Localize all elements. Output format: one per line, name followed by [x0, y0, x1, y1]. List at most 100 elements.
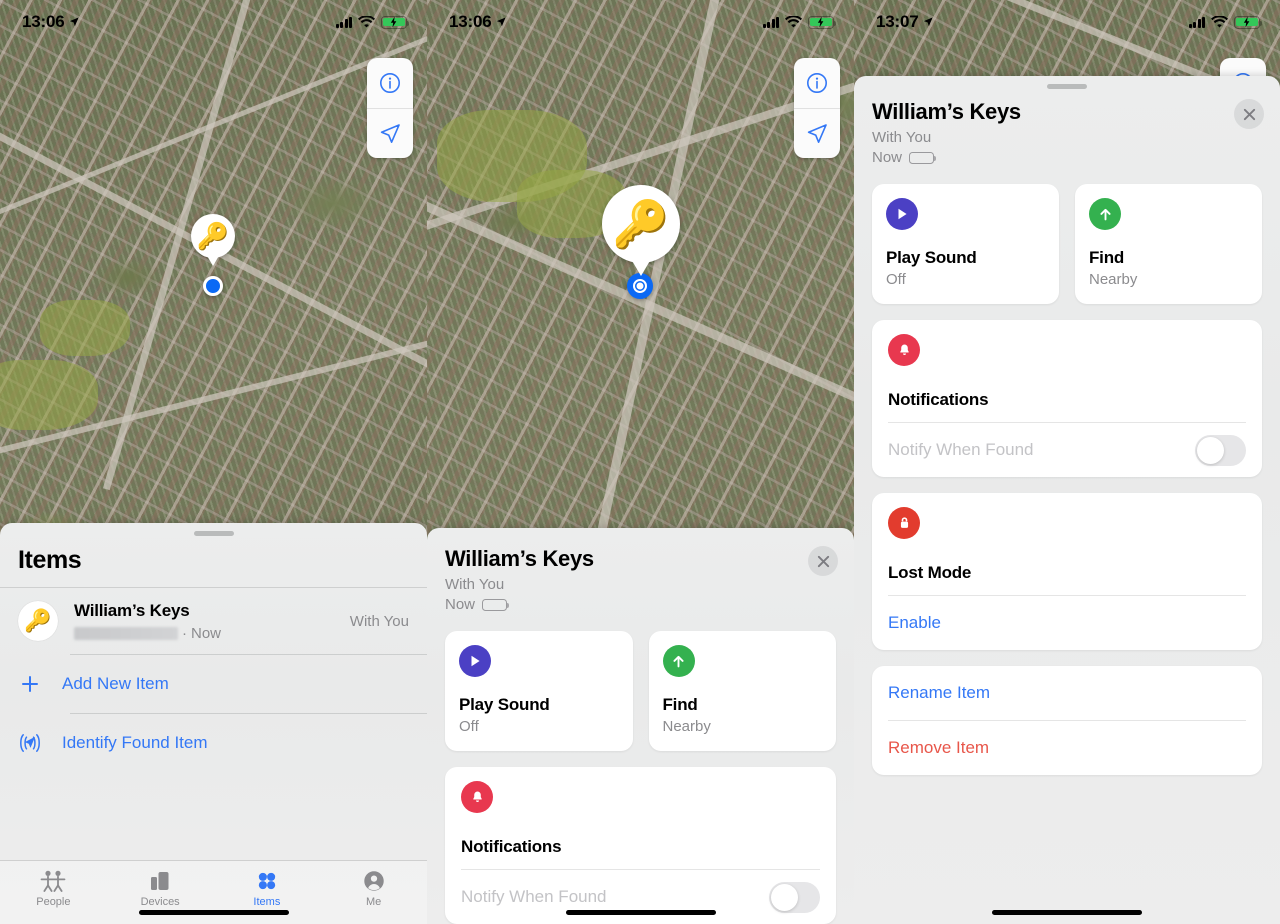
home-indicator [992, 910, 1142, 915]
item-detail-sheet[interactable]: William’s Keys With You Now Play Sound O… [854, 76, 1280, 924]
close-icon [817, 555, 829, 567]
redacted-location [74, 626, 178, 640]
tab-label: Items [253, 896, 281, 908]
notifications-card: Notifications Notify When Found [872, 320, 1262, 477]
info-icon [380, 73, 400, 93]
identify-found-item-row[interactable]: Identify Found Item [0, 714, 427, 772]
tab-people[interactable]: People [0, 870, 107, 908]
info-icon [807, 73, 827, 93]
lost-mode-enable-label: Enable [888, 613, 941, 632]
list-item-status: With You [349, 612, 409, 630]
notify-when-found-toggle[interactable] [769, 881, 820, 913]
play-sound-state: Off [459, 718, 479, 735]
people-icon [40, 870, 66, 892]
status-time-group: 13:07 [876, 12, 934, 32]
status-time: 13:06 [22, 12, 65, 31]
play-sound-title: Play Sound [886, 248, 977, 267]
remove-item-row[interactable]: Remove Item [872, 721, 1262, 775]
battery-charging-icon [381, 15, 410, 29]
map-info-button[interactable] [367, 58, 413, 108]
tab-me[interactable]: Me [320, 870, 427, 908]
home-indicator [138, 910, 289, 915]
rename-item-row[interactable]: Rename Item [872, 666, 1262, 720]
list-item-time: Now [191, 624, 222, 642]
map-locate-button[interactable] [794, 108, 840, 158]
find-title: Find [662, 695, 698, 714]
notifications-title: Notifications [461, 837, 562, 856]
notifications-header: Notifications [445, 767, 836, 869]
notify-when-found-row[interactable]: Notify When Found [445, 870, 836, 924]
cellular-bars-icon [335, 16, 352, 28]
add-new-item-row[interactable]: Add New Item [0, 655, 427, 713]
tab-label: People [36, 896, 71, 908]
items-list: 🔑 William’s Keys · Now With You Add New … [0, 588, 427, 772]
tab-devices[interactable]: Devices [107, 870, 214, 908]
key-icon: 🔑 [196, 221, 230, 251]
play-sound-card[interactable]: Play Sound Off [445, 631, 633, 751]
find-state: Nearby [662, 718, 711, 735]
list-item-title: William’s Keys [74, 600, 190, 620]
item-time: Now [872, 149, 903, 166]
action-card-row: Play Sound Off Find Nearby [872, 184, 1262, 304]
pin-bubble: 🔑 [191, 214, 235, 258]
find-card[interactable]: Find Nearby [1075, 184, 1262, 304]
items-sheet[interactable]: Items 🔑 William’s Keys · Now With You Ad… [0, 523, 427, 924]
lost-mode-card: Lost Mode Enable [872, 493, 1262, 650]
wifi-icon [358, 15, 375, 28]
play-circle-icon [886, 198, 918, 230]
bolt-icon [390, 16, 397, 28]
map-pin-item[interactable]: 🔑 [191, 214, 235, 266]
person-circle-icon [363, 871, 384, 891]
map-info-button[interactable] [794, 58, 840, 108]
map-locate-button[interactable] [367, 108, 413, 158]
lost-mode-enable-row[interactable]: Enable [872, 596, 1262, 650]
pin-bubble: 🔑 [602, 185, 680, 263]
status-time: 13:06 [449, 12, 492, 31]
sheet-header: William’s Keys With You Now [854, 89, 1280, 166]
rename-item-label: Rename Item [888, 683, 991, 702]
lost-mode-title: Lost Mode [888, 563, 972, 582]
pin-tail [206, 254, 220, 266]
close-button[interactable] [1234, 99, 1264, 129]
location-arrow-icon [70, 17, 79, 27]
phone-panel-item-detail-half: 🔑 13:06 William’s Keys With You Now Play… [427, 0, 854, 924]
item-battery-icon [909, 151, 937, 164]
map-controls[interactable] [794, 58, 840, 158]
item-detail-sheet[interactable]: William’s Keys With You Now Play Sound O… [427, 528, 854, 924]
notify-when-found-row[interactable]: Notify When Found [872, 423, 1262, 477]
list-item-subtitle: · Now [74, 625, 340, 642]
bolt-icon [817, 16, 824, 28]
notify-when-found-label: Notify When Found [888, 440, 1034, 459]
find-card[interactable]: Find Nearby [648, 631, 836, 751]
tab-items[interactable]: Items [214, 870, 321, 908]
find-title: Find [1089, 248, 1125, 267]
list-item-main: William’s Keys · Now [74, 601, 340, 642]
screenshot-root: 🔑 13:06 Items 🔑 William’s Keys · Now Wit… [0, 0, 1280, 924]
items-grid-icon [258, 872, 276, 890]
remove-item-label: Remove Item [888, 738, 990, 757]
status-bar: 13:06 [0, 0, 427, 44]
close-button[interactable] [808, 546, 838, 576]
cellular-bars-icon [762, 16, 779, 28]
cellular-bars-icon [1188, 16, 1205, 28]
phone-panel-items-list: 🔑 13:06 Items 🔑 William’s Keys · Now Wit… [0, 0, 427, 924]
status-indicators [335, 15, 410, 29]
wifi-icon [1211, 15, 1228, 28]
bell-icon [888, 334, 920, 366]
map-pin-item[interactable]: 🔑 [602, 185, 680, 276]
play-sound-card[interactable]: Play Sound Off [872, 184, 1059, 304]
location-arrow-icon [924, 17, 933, 27]
close-icon [1243, 108, 1255, 120]
bell-icon [461, 781, 493, 813]
tab-label: Devices [140, 896, 180, 908]
map-green-area [0, 360, 98, 430]
home-indicator [565, 910, 716, 915]
user-location-dot [627, 273, 653, 299]
list-item[interactable]: 🔑 William’s Keys · Now With You [0, 588, 427, 654]
notifications-header: Notifications [872, 320, 1262, 422]
item-battery-icon [482, 598, 510, 611]
key-icon: 🔑 [24, 608, 52, 633]
map-controls[interactable] [367, 58, 413, 158]
arrow-up-circle-icon [1089, 198, 1121, 230]
notify-when-found-toggle[interactable] [1195, 434, 1246, 466]
